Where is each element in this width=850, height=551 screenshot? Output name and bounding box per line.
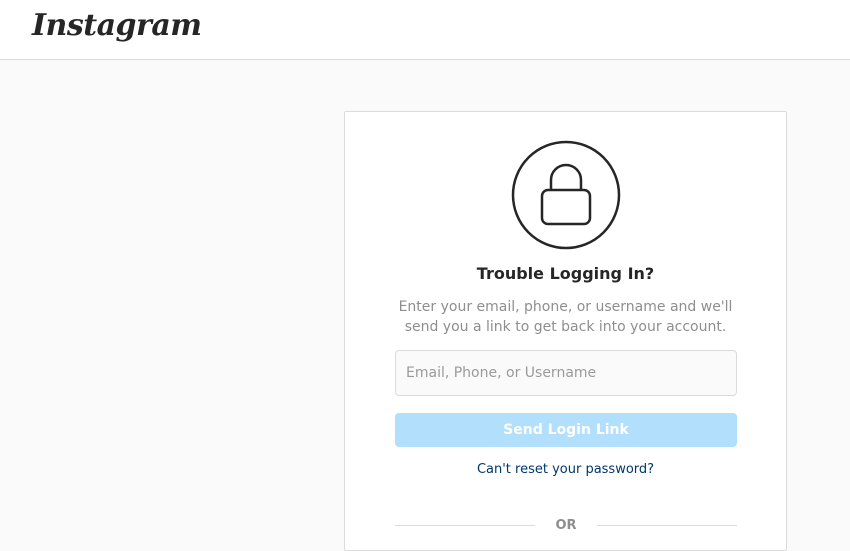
top-navigation-bar: Instagram xyxy=(0,0,850,60)
instructions-text: Enter your email, phone, or username and… xyxy=(398,299,733,335)
trouble-logging-in-card: Trouble Logging In? Enter your email, ph… xyxy=(344,111,787,551)
send-login-link-button[interactable]: Send Login Link xyxy=(395,413,737,447)
instagram-logo[interactable]: Instagram xyxy=(32,8,202,43)
cant-reset-password-link[interactable]: Can't reset your password? xyxy=(345,462,786,477)
lock-icon xyxy=(511,140,621,250)
email-phone-username-input[interactable] xyxy=(395,350,737,396)
divider-line-right xyxy=(597,525,737,526)
page-title: Trouble Logging In? xyxy=(476,264,655,283)
or-divider: OR xyxy=(395,516,737,536)
